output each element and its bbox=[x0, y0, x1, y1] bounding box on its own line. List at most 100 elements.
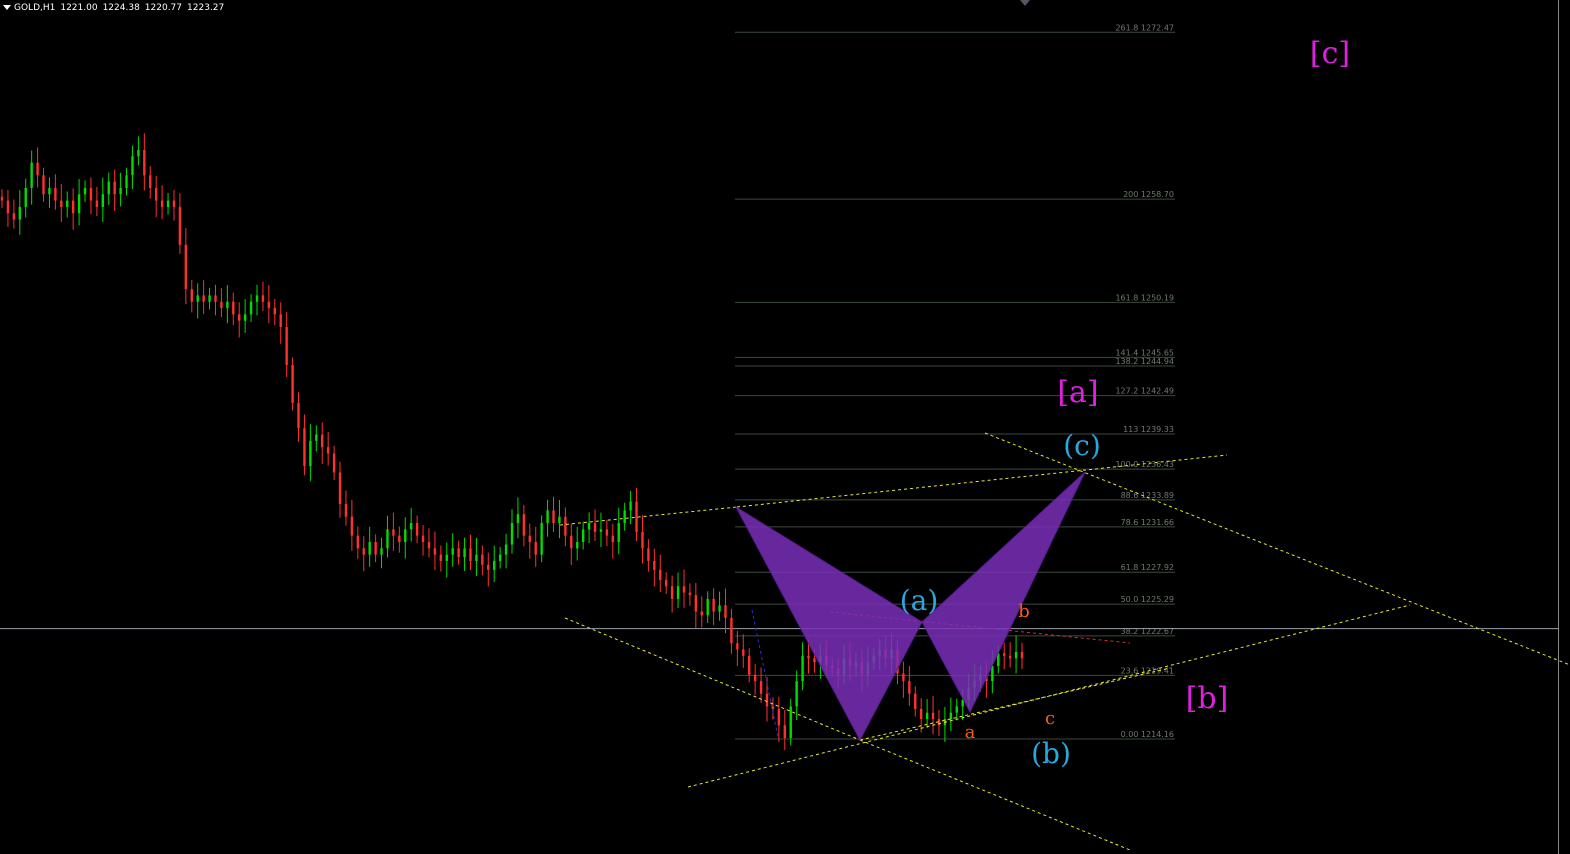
candle-body bbox=[469, 548, 472, 561]
trendline bbox=[859, 739, 1131, 851]
candle-body bbox=[172, 200, 176, 207]
candle-body bbox=[166, 200, 170, 207]
candle-body bbox=[42, 175, 45, 195]
candle-body bbox=[415, 523, 419, 536]
candle-body bbox=[267, 301, 271, 309]
candle-body bbox=[718, 605, 721, 612]
candle-body bbox=[374, 542, 377, 555]
candle-body bbox=[12, 213, 16, 220]
candle-body bbox=[421, 535, 425, 542]
candle-body bbox=[783, 725, 786, 738]
wave-label: [b] bbox=[1186, 681, 1229, 716]
candle-body bbox=[670, 586, 674, 599]
candle-body bbox=[659, 569, 662, 580]
candle-body bbox=[208, 295, 211, 302]
candle-body bbox=[315, 434, 318, 441]
chevron-down-icon[interactable] bbox=[3, 4, 11, 10]
candle-body bbox=[724, 605, 727, 618]
candle-body bbox=[214, 295, 217, 302]
candle-body bbox=[243, 314, 247, 321]
candle-body bbox=[380, 548, 383, 555]
candle-body bbox=[570, 535, 573, 549]
candle-body bbox=[125, 175, 128, 188]
candle-body bbox=[647, 548, 650, 561]
candle-body bbox=[279, 314, 282, 328]
candle-body bbox=[409, 523, 413, 530]
candle-body bbox=[914, 693, 917, 709]
candle-body bbox=[949, 712, 953, 720]
candle-body bbox=[0, 196, 4, 201]
candle-body bbox=[107, 181, 110, 195]
candle-body bbox=[534, 542, 537, 555]
candle-body bbox=[753, 674, 757, 682]
candle-body bbox=[504, 544, 508, 555]
candle-body bbox=[908, 681, 911, 694]
candle-body bbox=[392, 529, 395, 536]
candle-body bbox=[1014, 652, 1018, 659]
candle-body bbox=[676, 586, 680, 599]
candle-body bbox=[463, 548, 466, 558]
candle-body bbox=[83, 187, 87, 195]
candle-body bbox=[635, 501, 638, 532]
candle-body bbox=[326, 447, 330, 454]
candle-body bbox=[154, 187, 158, 201]
candle-body bbox=[439, 554, 443, 561]
candle-body bbox=[919, 708, 923, 720]
candle-body bbox=[706, 598, 709, 616]
candle-body bbox=[77, 194, 81, 214]
candle-body bbox=[36, 162, 39, 176]
wave-label: b bbox=[1018, 601, 1030, 622]
fib-label: 88.6 1233.89 bbox=[1121, 491, 1174, 500]
candle-body bbox=[71, 200, 75, 214]
candle-body bbox=[510, 523, 514, 545]
candle-body bbox=[119, 187, 122, 195]
candle-body bbox=[332, 453, 336, 473]
candle-body bbox=[457, 548, 460, 558]
candle-body bbox=[149, 175, 152, 188]
candle-body bbox=[498, 554, 502, 561]
fib-label: 113 1239.33 bbox=[1123, 425, 1174, 434]
candle-body bbox=[95, 200, 99, 207]
candle-body bbox=[30, 162, 33, 188]
candle-body bbox=[220, 301, 223, 309]
candle-body bbox=[807, 655, 810, 659]
candle-body bbox=[398, 535, 401, 542]
candle-body bbox=[255, 295, 259, 302]
candle-body bbox=[113, 181, 116, 195]
candle-body bbox=[445, 554, 448, 561]
candle-body bbox=[546, 510, 549, 524]
candle-body bbox=[249, 301, 253, 315]
candle-body bbox=[24, 187, 27, 207]
fib-label: 161.8 1250.19 bbox=[1115, 293, 1174, 302]
candle-body bbox=[623, 510, 626, 524]
candle-body bbox=[961, 700, 964, 707]
candle-body bbox=[528, 535, 531, 542]
price-chart[interactable]: 0.00 1214.1623.6 1219.4138.2 1222.6750.0… bbox=[0, 0, 1570, 854]
candle-body bbox=[653, 560, 656, 570]
candle-body bbox=[931, 712, 935, 720]
fib-label: 23.6 1219.41 bbox=[1121, 666, 1174, 675]
candle-body bbox=[89, 187, 93, 201]
candle-body bbox=[178, 206, 182, 245]
candle-body bbox=[54, 187, 57, 201]
candle-body bbox=[344, 504, 348, 517]
open-price: 1221.00 bbox=[60, 3, 98, 13]
candle-body bbox=[694, 595, 698, 612]
candle-body bbox=[48, 187, 51, 195]
candle-body bbox=[184, 244, 188, 290]
candle-body bbox=[493, 560, 496, 570]
fib-label: 261.8 1272.47 bbox=[1115, 23, 1174, 32]
candle-body bbox=[581, 529, 585, 542]
candle-body bbox=[321, 434, 324, 448]
pattern-triangle-bcd bbox=[921, 471, 1086, 714]
chart-shift-marker[interactable] bbox=[1020, 0, 1030, 6]
candle-body bbox=[795, 681, 798, 707]
candle-body bbox=[196, 295, 199, 302]
price-axis[interactable] bbox=[1558, 0, 1570, 854]
candle-body bbox=[599, 529, 603, 532]
chart-header: GOLD,H1 1221.00 1224.38 1220.77 1223.27 bbox=[0, 3, 229, 17]
fib-label: 200 1258.70 bbox=[1123, 190, 1174, 199]
fib-label: 61.8 1227.92 bbox=[1121, 563, 1174, 572]
candle-body bbox=[368, 542, 371, 555]
candle-body bbox=[801, 655, 804, 682]
